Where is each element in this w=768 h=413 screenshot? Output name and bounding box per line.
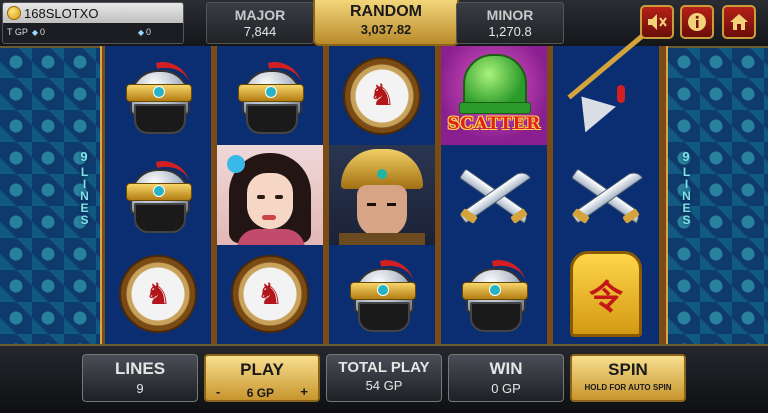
random-label: RANDOM	[350, 3, 422, 20]
win-display: WIN 0 GP	[448, 354, 564, 402]
right-lines-count: 9	[682, 149, 690, 164]
bet-stepper: - 6 GP +	[206, 383, 318, 400]
spin-button[interactable]: SPIN HOLD FOR AUTO SPIN	[570, 354, 686, 402]
reel-cell: ♞	[105, 245, 211, 344]
reel-1: ♞	[105, 46, 211, 344]
reel-3: ♞	[329, 46, 435, 344]
reel-4: SCATTER	[441, 46, 547, 344]
reel-cell	[329, 145, 435, 245]
win-label: WIN	[489, 359, 523, 378]
minor-value: 1,270.8	[488, 24, 532, 39]
reel-cell	[105, 46, 211, 145]
reel-cell	[217, 46, 323, 145]
player-name: 168SLOTXO	[24, 5, 99, 21]
reel-cell	[441, 145, 547, 244]
left-lines-word: LINES	[77, 165, 92, 225]
reel-cell: 令	[553, 245, 659, 344]
right-lines-indicator: 9 LINES	[676, 150, 696, 228]
reel-cell	[329, 245, 435, 344]
horse-medal-icon: ♞	[119, 255, 197, 334]
crossed-swords-icon	[563, 152, 649, 238]
info-button[interactable]	[680, 5, 714, 39]
helmet-symbol-icon	[234, 57, 306, 134]
total-play-value: 54 GP	[365, 378, 403, 393]
minor-label: MINOR	[486, 7, 534, 23]
reel-cell	[217, 145, 323, 245]
halberd-icon	[561, 33, 651, 141]
lady-portrait-icon	[217, 145, 323, 245]
lines-label: LINES	[114, 359, 166, 378]
major-jackpot: MAJOR 7,844	[206, 2, 314, 44]
major-label: MAJOR	[234, 7, 286, 23]
bet-increase-button[interactable]: +	[300, 384, 308, 399]
lines-button[interactable]: LINES 9	[82, 354, 198, 402]
horse-medal-icon: ♞	[231, 255, 309, 334]
gold-token-icon: 令	[570, 251, 642, 338]
helmet-symbol-icon	[122, 57, 194, 134]
scatter-symbol: SCATTER	[441, 46, 547, 146]
total-play-label: TOTAL PLAY	[338, 359, 430, 376]
player-name-row: 168SLOTXO	[3, 3, 183, 23]
info-icon	[688, 13, 706, 31]
reel-5: 令	[553, 33, 659, 344]
random-jackpot: RANDOM 3,037.82	[313, 0, 459, 46]
gp-value: 0	[40, 27, 46, 37]
reel-cell: SCATTER	[441, 46, 547, 146]
bottom-control-bar: LINES 9 PLAY - 6 GP + TOTAL PLAY 54 GP W…	[0, 344, 768, 413]
horse-medal-icon: ♞	[343, 56, 421, 135]
player-balance-row: T GP ◆ 0 ◆ 0	[3, 23, 183, 41]
play-bet-control: PLAY - 6 GP +	[204, 354, 320, 402]
major-value: 7,844	[243, 24, 277, 39]
reel-cell	[553, 33, 659, 145]
reel-area: ♞ ♞ ♞ SCATTER 令	[100, 33, 668, 344]
crossed-swords-icon	[451, 152, 537, 238]
scatter-label: SCATTER	[447, 114, 541, 134]
reel-cell: ♞	[329, 46, 435, 145]
left-lines-count: 9	[80, 149, 88, 164]
coin-icon	[7, 6, 21, 20]
lines-value: 9	[136, 381, 144, 396]
reel-2: ♞	[217, 46, 323, 344]
spin-label: SPIN	[608, 360, 648, 379]
win-value: 0 GP	[491, 381, 521, 396]
bet-value: 6 GP	[246, 386, 275, 400]
player-info-box: 168SLOTXO T GP ◆ 0 ◆ 0	[2, 2, 184, 44]
reel-cell	[441, 245, 547, 344]
helmet-symbol-icon	[346, 255, 418, 333]
gem-balance: ◆ 0	[134, 27, 151, 37]
reel-cell	[553, 145, 659, 244]
gem-icon: ◆	[137, 27, 144, 37]
play-label: PLAY	[240, 360, 284, 379]
mute-button[interactable]	[640, 5, 674, 39]
gem-value: 0	[145, 27, 151, 37]
bet-decrease-button[interactable]: -	[216, 384, 220, 399]
helmet-symbol-icon	[122, 156, 194, 233]
home-button[interactable]	[722, 5, 756, 39]
diamond-icon: ◆	[31, 27, 38, 37]
random-value: 3,037.82	[360, 22, 412, 37]
home-icon	[730, 14, 748, 30]
top-bar: 168SLOTXO T GP ◆ 0 ◆ 0 MAJOR 7,844 RANDO…	[0, 0, 768, 48]
left-lines-indicator: 9 LINES	[74, 150, 94, 228]
helmet-symbol-icon	[458, 255, 530, 333]
reel-cell: ♞	[217, 245, 323, 344]
auto-spin-hint: HOLD FOR AUTO SPIN	[584, 383, 672, 392]
right-lines-word: LINES	[679, 165, 694, 225]
total-play-display: TOTAL PLAY 54 GP	[326, 354, 442, 402]
gp-label: T GP	[7, 27, 28, 37]
mute-icon	[648, 14, 667, 30]
reel-cell	[105, 145, 211, 244]
warrior-portrait-icon	[329, 145, 435, 245]
minor-jackpot: MINOR 1,270.8	[456, 2, 564, 44]
